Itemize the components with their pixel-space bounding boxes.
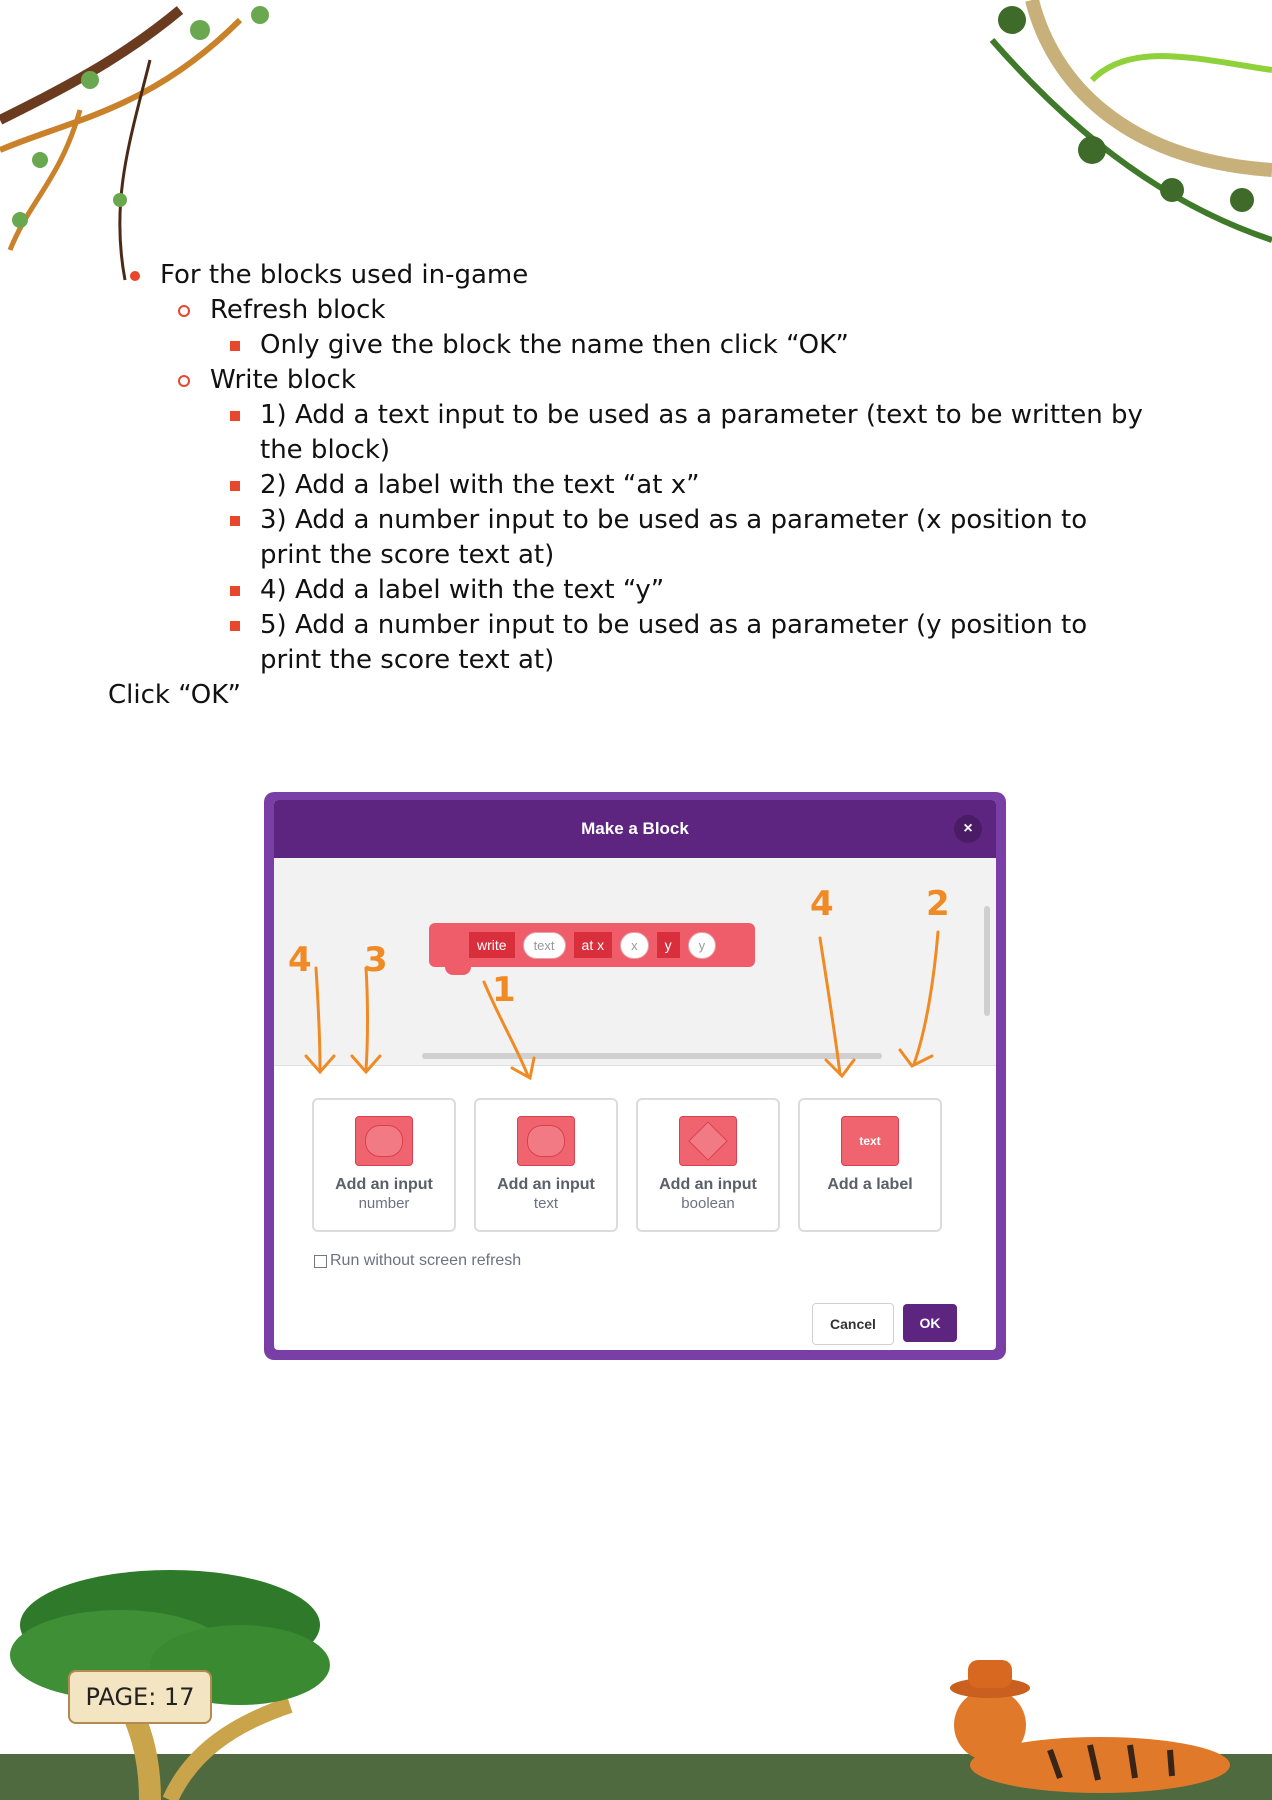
custom-block-preview: write text at x x y y	[429, 923, 755, 975]
bullet-icon	[130, 271, 140, 281]
option-title: Add an input	[659, 1176, 757, 1193]
annotation-number: 3	[364, 940, 388, 980]
cancel-button[interactable]: Cancel	[812, 1303, 894, 1345]
dialog-header: Make a Block ×	[274, 800, 996, 858]
input-options: Add an input number Add an input text Ad…	[312, 1098, 942, 1232]
bullet-text: For the blocks used in-game	[160, 260, 529, 290]
block-input-x[interactable]: x	[620, 931, 649, 959]
tiger-illustration	[950, 1660, 1230, 1793]
sub-bullet-item: Refresh block	[108, 293, 1148, 328]
horizontal-scrollbar[interactable]	[422, 1053, 882, 1059]
step-text: Only give the block the name then click …	[260, 330, 849, 360]
step-item: 3) Add a number input to be used as a pa…	[108, 503, 1148, 573]
sub-bullet-text: Refresh block	[210, 295, 386, 325]
text-input-icon	[517, 1116, 575, 1166]
step-item: 1) Add a text input to be used as a para…	[108, 398, 1148, 468]
vertical-scrollbar[interactable]	[984, 906, 990, 1016]
add-input-number-button[interactable]: Add an input number	[312, 1098, 456, 1232]
label-icon-text: text	[859, 1134, 881, 1148]
option-subtitle: number	[358, 1195, 410, 1212]
block-label-at-x[interactable]: at x	[573, 932, 613, 958]
annotation-number: 4	[288, 940, 312, 980]
circle-bullet-icon	[178, 305, 190, 317]
block-label-write[interactable]: write	[469, 932, 515, 958]
dialog-title: Make a Block	[581, 819, 689, 838]
option-title: Add an input	[335, 1176, 433, 1193]
vine-decoration-right	[989, 0, 1272, 243]
ok-button[interactable]: OK	[903, 1304, 957, 1342]
refresh-label: Run without screen refresh	[330, 1252, 522, 1269]
step-item: 5) Add a number input to be used as a pa…	[108, 608, 1148, 678]
close-icon[interactable]: ×	[954, 815, 982, 843]
instructions: For the blocks used in-game Refresh bloc…	[108, 258, 1148, 713]
step-text: 3) Add a number input to be used as a pa…	[260, 505, 1088, 570]
step-text: 1) Add a text input to be used as a para…	[260, 400, 1143, 465]
bullet-item: For the blocks used in-game	[108, 258, 1148, 293]
square-bullet-icon	[230, 621, 240, 631]
vine-decoration-left	[0, 6, 269, 281]
refresh-checkbox[interactable]	[314, 1254, 327, 1268]
page-number-badge: PAGE: 17	[68, 1670, 212, 1724]
dialog-body: Make a Block × write text at x x y y Add…	[274, 800, 996, 1350]
sub-bullet-item: Write block	[108, 363, 1148, 398]
number-input-icon	[355, 1116, 413, 1166]
add-input-boolean-button[interactable]: Add an input boolean	[636, 1098, 780, 1232]
square-bullet-icon	[230, 481, 240, 491]
circle-bullet-icon	[178, 375, 190, 387]
step-item: 4) Add a label with the text “y”	[108, 573, 1148, 608]
make-a-block-dialog: Make a Block × write text at x x y y Add…	[264, 792, 1006, 1360]
block-input-y[interactable]: y	[687, 931, 717, 959]
annotation-number: 4	[810, 884, 834, 924]
boolean-input-icon	[679, 1116, 737, 1166]
square-bullet-icon	[230, 586, 240, 596]
square-bullet-icon	[230, 516, 240, 526]
step-text: 5) Add a number input to be used as a pa…	[260, 610, 1088, 675]
add-input-text-button[interactable]: Add an input text	[474, 1098, 618, 1232]
step-text: 4) Add a label with the text “y”	[260, 575, 665, 605]
block-input-text[interactable]: text	[522, 931, 566, 959]
step-item: Only give the block the name then click …	[108, 328, 1148, 363]
add-label-button[interactable]: text Add a label	[798, 1098, 942, 1232]
option-title: Add an input	[497, 1176, 595, 1193]
annotation-number: 1	[492, 970, 516, 1010]
sub-bullet-text: Write block	[210, 365, 356, 395]
square-bullet-icon	[230, 411, 240, 421]
option-subtitle: text	[533, 1195, 559, 1212]
block-notch	[445, 965, 471, 975]
step-item: 2) Add a label with the text “at x”	[108, 468, 1148, 503]
option-title: Add a label	[827, 1176, 913, 1193]
closing-text: Click “OK”	[108, 680, 241, 710]
run-without-refresh-option[interactable]: Run without screen refresh	[314, 1252, 521, 1270]
label-icon: text	[841, 1116, 899, 1166]
step-text: 2) Add a label with the text “at x”	[260, 470, 700, 500]
square-bullet-icon	[230, 341, 240, 351]
block-label-y[interactable]: y	[656, 932, 680, 958]
annotation-number: 2	[926, 884, 950, 924]
option-subtitle: boolean	[681, 1195, 735, 1212]
